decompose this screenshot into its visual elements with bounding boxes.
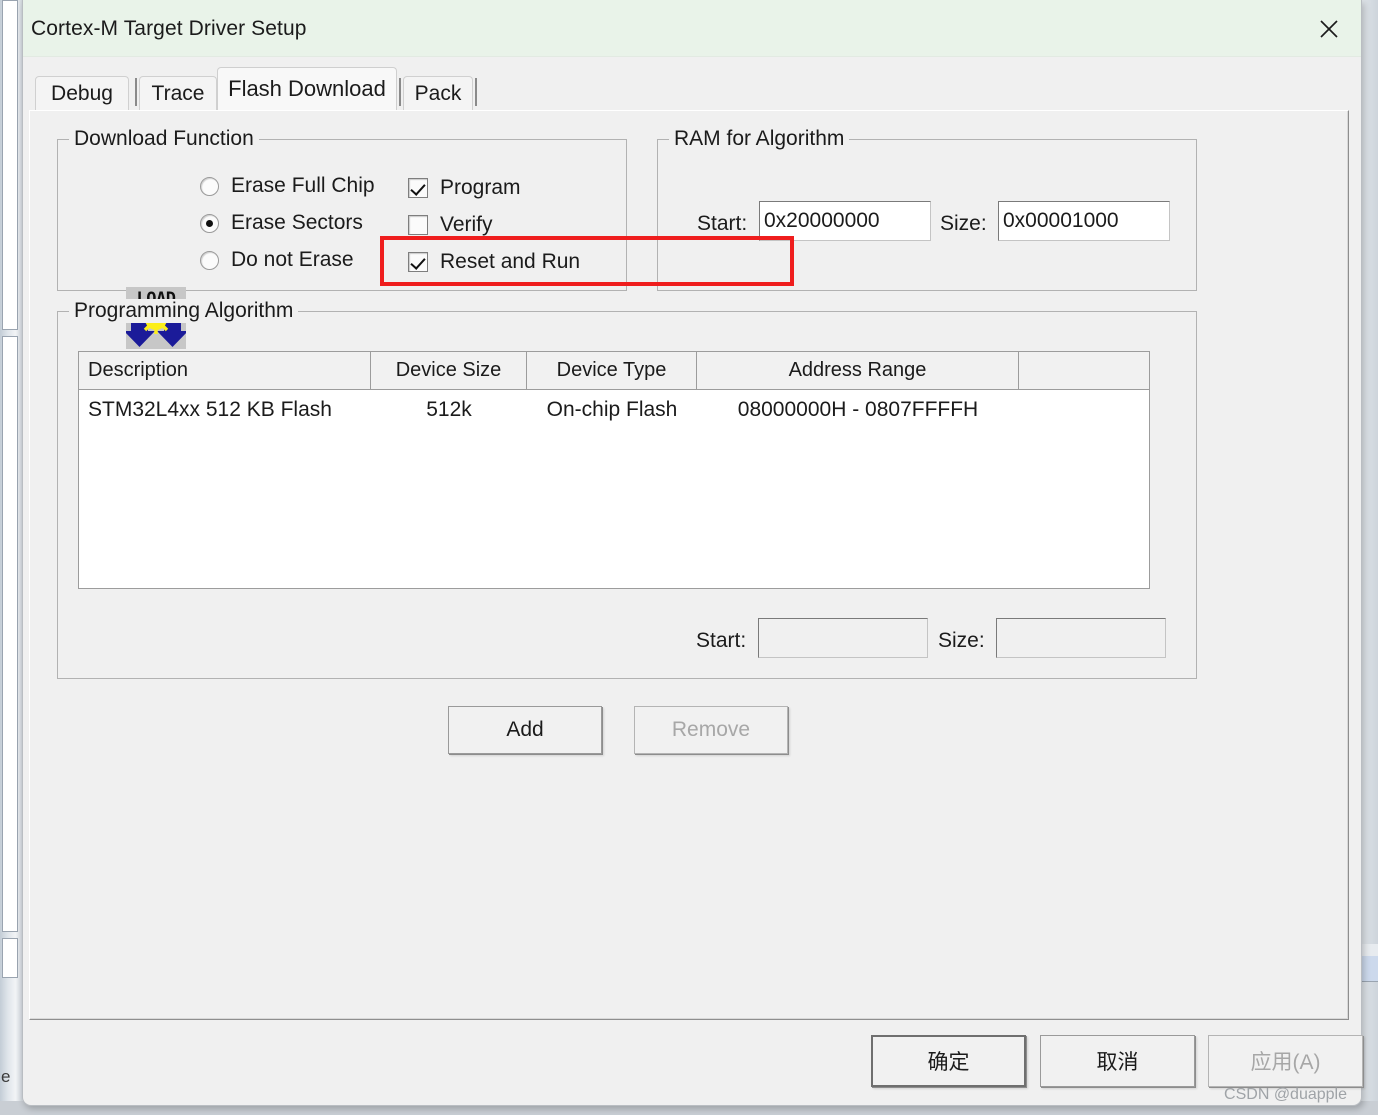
remove-button: Remove xyxy=(634,706,788,754)
radio-do-not-erase-label: Do not Erase xyxy=(231,248,354,271)
ram-start-label: Start: xyxy=(697,212,748,235)
add-button[interactable]: Add xyxy=(448,706,602,754)
cell-device-size: 512k xyxy=(426,398,472,421)
radio-erase-full-chip-label: Erase Full Chip xyxy=(231,174,375,197)
checkbox-program-indicator xyxy=(408,178,428,198)
tab-divider-3 xyxy=(475,78,477,106)
column-header-device-type[interactable]: Device Type xyxy=(527,352,697,389)
checkbox-verify[interactable]: Verify xyxy=(408,213,493,237)
ram-start-input[interactable]: 0x20000000 xyxy=(759,201,931,241)
column-header-description[interactable]: Description xyxy=(79,352,371,389)
background-text-fragment: e xyxy=(1,1067,11,1086)
cell-address-range: 08000000H - 0807FFFFH xyxy=(737,398,979,421)
cell-description: STM32L4xx 512 KB Flash xyxy=(88,398,332,421)
background-pane-1 xyxy=(2,0,18,330)
tab-flash-download[interactable]: Flash Download xyxy=(217,67,397,110)
column-header-device-size[interactable]: Device Size xyxy=(371,352,527,389)
algorithm-size-input[interactable] xyxy=(996,618,1166,658)
ram-size-input[interactable]: 0x00001000 xyxy=(998,201,1170,241)
tab-divider-2 xyxy=(399,78,401,106)
tab-flash-download-label: Flash Download xyxy=(228,76,386,101)
ok-button[interactable]: 确定 xyxy=(871,1035,1026,1087)
background-window-left xyxy=(0,0,22,1115)
radio-do-not-erase-indicator xyxy=(200,250,219,270)
watermark-text: CSDN @duapple xyxy=(1224,1086,1347,1103)
table-row[interactable]: STM32L4xx 512 KB Flash 512k On-chip Flas… xyxy=(79,390,1149,430)
background-pane-2 xyxy=(2,336,18,932)
download-function-title: Download Function xyxy=(69,127,259,151)
tab-debug[interactable]: Debug xyxy=(35,76,129,110)
ram-for-algorithm-title: RAM for Algorithm xyxy=(669,127,850,151)
tab-divider-1 xyxy=(135,78,137,106)
checkbox-reset-and-run-indicator xyxy=(408,252,428,272)
programming-algorithm-title: Programming Algorithm xyxy=(69,299,299,323)
radio-erase-sectors-indicator xyxy=(200,213,219,233)
programming-algorithm-table[interactable]: Description Device Size Device Type Addr… xyxy=(78,351,1150,589)
column-header-address-range[interactable]: Address Range xyxy=(697,352,1019,389)
algorithm-start-label: Start: xyxy=(696,629,747,652)
radio-erase-full-chip-indicator xyxy=(200,176,219,196)
tab-pack-label: Pack xyxy=(414,81,462,105)
cell-device-type: On-chip Flash xyxy=(546,398,678,421)
cancel-button[interactable]: 取消 xyxy=(1040,1035,1195,1087)
column-header-extra[interactable] xyxy=(1019,352,1149,389)
algorithm-start-input[interactable] xyxy=(758,618,928,658)
tabstrip: Debug Trace Flash Download Pack xyxy=(29,67,1349,110)
radio-erase-full-chip[interactable]: Erase Full Chip xyxy=(200,174,375,198)
checkbox-reset-and-run-label: Reset and Run xyxy=(440,250,581,273)
radio-erase-sectors-label: Erase Sectors xyxy=(231,211,363,234)
close-icon[interactable] xyxy=(1297,0,1361,57)
dialog-title: Cortex-M Target Driver Setup xyxy=(31,17,307,40)
algorithm-size-label: Size: xyxy=(938,629,985,652)
checkbox-verify-indicator xyxy=(408,215,428,235)
radio-do-not-erase[interactable]: Do not Erase xyxy=(200,248,354,272)
apply-button: 应用(A) xyxy=(1208,1035,1363,1087)
tab-pack[interactable]: Pack xyxy=(403,76,473,110)
flash-download-panel: Download Function LOAD xyxy=(29,110,1349,1020)
tab-debug-label: Debug xyxy=(51,81,113,105)
checkbox-verify-label: Verify xyxy=(440,213,493,236)
dialog-titlebar: Cortex-M Target Driver Setup xyxy=(23,0,1361,57)
tab-trace-label: Trace xyxy=(151,81,205,105)
target-driver-setup-dialog: Cortex-M Target Driver Setup Debug Trace… xyxy=(22,0,1363,1106)
checkbox-program[interactable]: Program xyxy=(408,176,521,200)
background-pane-3 xyxy=(2,938,18,978)
radio-erase-sectors[interactable]: Erase Sectors xyxy=(200,211,363,235)
checkbox-program-label: Program xyxy=(440,176,521,199)
checkbox-reset-and-run[interactable]: Reset and Run xyxy=(408,250,580,274)
tab-trace[interactable]: Trace xyxy=(139,76,217,110)
table-header-row: Description Device Size Device Type Addr… xyxy=(79,352,1149,390)
ram-size-label: Size: xyxy=(940,212,987,235)
